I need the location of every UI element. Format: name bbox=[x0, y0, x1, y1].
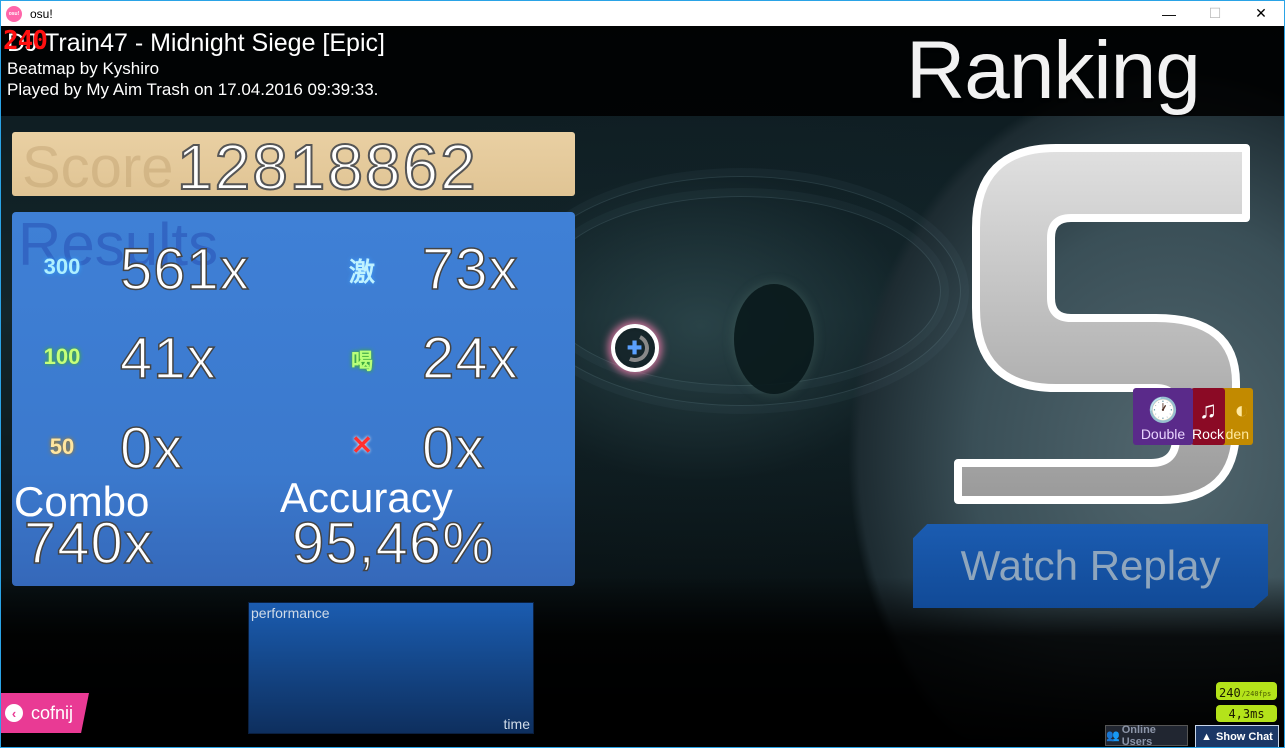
chevron-up-icon: ▲ bbox=[1201, 730, 1213, 743]
frame-time-badge: 4,3ms bbox=[1216, 705, 1277, 722]
online-users-button[interactable]: 👥 Online Users bbox=[1105, 723, 1188, 748]
window-title: osu! bbox=[30, 6, 53, 21]
accuracy-value: 95,46% bbox=[291, 510, 495, 577]
miss-icon: ✕ bbox=[351, 430, 373, 460]
show-chat-button[interactable]: ▲ Show Chat bbox=[1195, 725, 1279, 747]
score-panel: Score 12818862 bbox=[12, 130, 575, 204]
beatmap-info-header: DJ Train47 - Midnight Siege [Epic] Beatm… bbox=[1, 26, 1284, 116]
title-bar: osu! osu! — ☐ ✕ bbox=[1, 1, 1284, 26]
show-chat-label: Show Chat bbox=[1216, 730, 1273, 743]
hit-50-label: 50 bbox=[49, 434, 75, 459]
maximize-button[interactable]: ☐ bbox=[1192, 1, 1238, 26]
hit-100-count: 41x bbox=[119, 325, 217, 392]
hit-geki-count: 73x bbox=[421, 236, 519, 303]
cursor-crosshair-icon: ✚ bbox=[627, 338, 643, 358]
close-button[interactable]: ✕ bbox=[1238, 1, 1284, 26]
song-title: DJ Train47 - Midnight Siege [Epic] bbox=[7, 29, 385, 57]
mod-hard-rock: ♫ Rock bbox=[1191, 388, 1225, 445]
results-panel: Results 300 561x 激 73x 100 41x 喝 24x 50 … bbox=[12, 211, 575, 586]
hit-300-count: 561x bbox=[119, 236, 250, 303]
mod-double-time-label: Double bbox=[1140, 426, 1186, 442]
ranking-title: Ranking bbox=[906, 26, 1201, 116]
osu-app-icon: osu! bbox=[6, 5, 22, 22]
hit-katu-count: 24x bbox=[421, 325, 519, 392]
online-users-label: Online Users bbox=[1121, 723, 1156, 748]
score-value: 12818862 bbox=[176, 130, 478, 204]
minimize-button[interactable]: — bbox=[1146, 1, 1192, 26]
music-notes-icon: ♫ bbox=[1199, 397, 1217, 424]
hit-geki-label: 激 bbox=[348, 257, 375, 287]
window-controls: — ☐ ✕ bbox=[1146, 1, 1284, 26]
fps-overlay: 240 bbox=[3, 26, 48, 56]
mod-hard-rock-label: Rock bbox=[1192, 426, 1224, 442]
played-by-line: Played by My Aim Trash on 17.04.2016 09:… bbox=[7, 80, 379, 99]
cursor-icon: ✚ bbox=[611, 324, 659, 372]
hit-katu-label: 喝 bbox=[350, 349, 373, 374]
fps-value: 240 bbox=[1219, 686, 1241, 700]
combo-value: 740x bbox=[23, 510, 154, 577]
mod-double-time: 🕐 Double bbox=[1133, 388, 1193, 445]
time-axis-label: time bbox=[503, 716, 530, 732]
hidden-icon: ◐ bbox=[1234, 397, 1250, 424]
hit-miss-count: 0x bbox=[421, 415, 486, 482]
users-icon: 👥 bbox=[1106, 730, 1120, 742]
rank-grade-s bbox=[954, 144, 1250, 504]
watch-replay-button[interactable]: Watch Replay bbox=[913, 524, 1268, 608]
hit-100-label: 100 bbox=[43, 344, 81, 369]
performance-axis-label: performance bbox=[251, 605, 330, 621]
background-moon bbox=[734, 284, 814, 394]
back-button-label: cofnij bbox=[31, 702, 74, 723]
osu-window: osu! osu! — ☐ ✕ DJ Train47 - Midnight Si… bbox=[0, 0, 1285, 748]
chevron-left-icon: ‹ bbox=[5, 704, 23, 722]
performance-graph: performance time bbox=[248, 602, 534, 734]
fps-max: /240fps bbox=[1241, 690, 1272, 698]
beatmap-mapper: Beatmap by Kyshiro bbox=[7, 59, 160, 78]
hit-300-label: 300 bbox=[43, 254, 81, 279]
hit-50-count: 0x bbox=[119, 415, 184, 482]
clock-icon: 🕐 bbox=[1148, 397, 1178, 424]
rank-grade-letter-shape bbox=[954, 144, 1250, 504]
fps-badge: 240/240fps bbox=[1216, 682, 1277, 700]
mod-hidden-label: den bbox=[1225, 426, 1249, 442]
back-button[interactable]: ‹ cofnij bbox=[1, 693, 89, 733]
ranking-screen: DJ Train47 - Midnight Siege [Epic] Beatm… bbox=[1, 26, 1284, 747]
score-label: Score bbox=[22, 135, 174, 200]
